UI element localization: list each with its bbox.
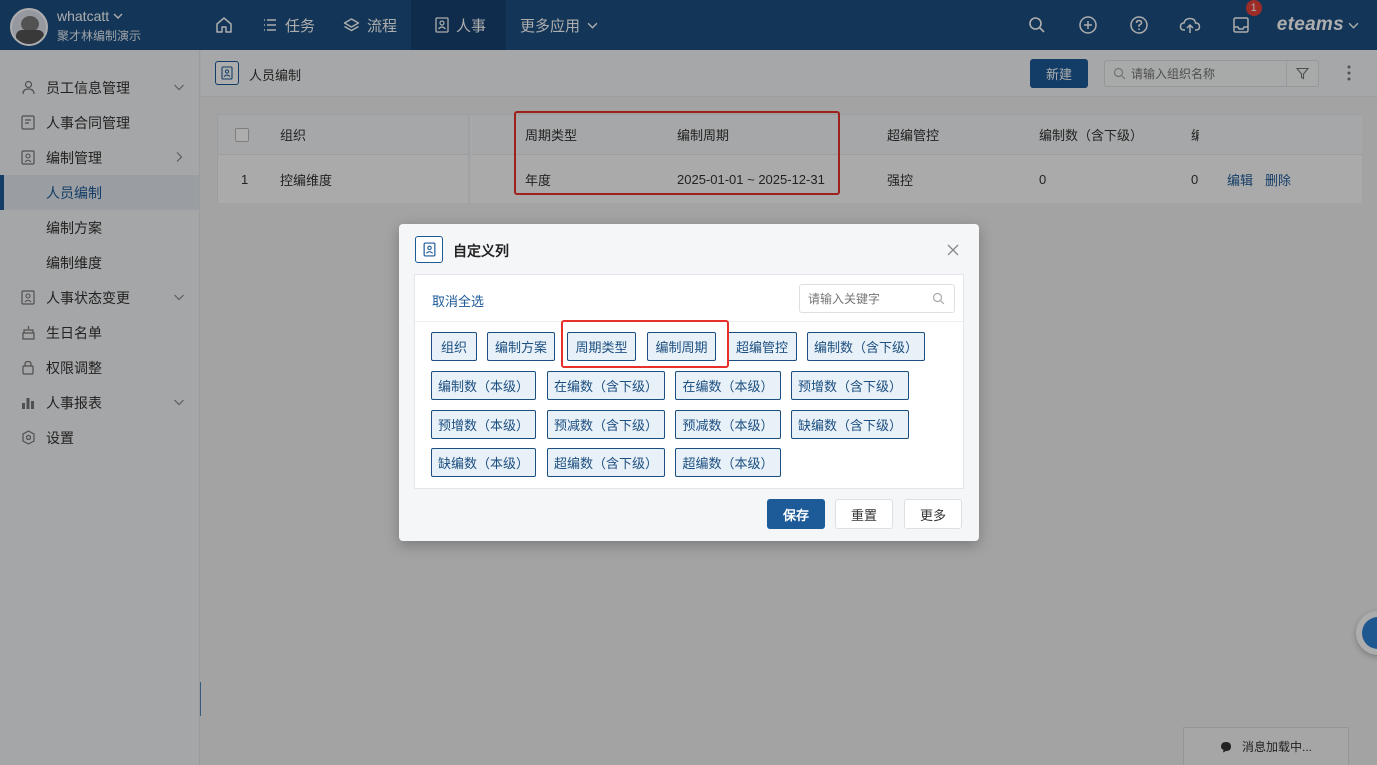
custom-columns-dialog: 自定义列 取消全选 组织 编制方案 周期类型 编制周期 超编管控 编制数（含下级…	[399, 224, 979, 541]
keyword-input[interactable]	[808, 291, 928, 307]
column-chip[interactable]: 周期类型	[567, 332, 636, 361]
document-person-icon	[415, 236, 443, 263]
column-chip[interactable]: 预增数（含下级）	[791, 371, 909, 400]
column-chip[interactable]: 编制数（本级）	[431, 371, 536, 400]
save-button[interactable]: 保存	[767, 499, 825, 529]
column-chip[interactable]: 预减数（本级）	[675, 410, 781, 439]
column-chip[interactable]: 在编数（含下级）	[547, 371, 665, 400]
column-chip[interactable]: 编制方案	[487, 332, 555, 361]
column-chip[interactable]: 组织	[431, 332, 477, 361]
column-chip[interactable]: 超编数（含下级）	[547, 448, 665, 477]
search-icon	[932, 292, 945, 305]
column-chip[interactable]: 预增数（本级）	[431, 410, 536, 439]
deselect-all-link[interactable]: 取消全选	[432, 291, 484, 310]
column-chip[interactable]: 编制数（含下级）	[807, 332, 925, 361]
reset-button[interactable]: 重置	[835, 499, 893, 529]
column-chip[interactable]: 超编管控	[727, 332, 797, 361]
dialog-title: 自定义列	[453, 243, 509, 259]
column-chip[interactable]: 超编数（本级）	[675, 448, 781, 477]
close-icon	[947, 244, 959, 256]
column-chip[interactable]: 缺编数（含下级）	[791, 410, 909, 439]
column-chip[interactable]: 在编数（本级）	[675, 371, 781, 400]
keyword-search	[799, 284, 955, 313]
more-button[interactable]: 更多	[904, 499, 962, 529]
column-selector: 取消全选 组织 编制方案 周期类型 编制周期 超编管控 编制数（含下级） 编制数…	[414, 274, 964, 489]
column-chip[interactable]: 预减数（含下级）	[547, 410, 665, 439]
close-button[interactable]	[945, 242, 961, 258]
column-chip[interactable]: 编制周期	[647, 332, 716, 361]
column-chip[interactable]: 缺编数（本级）	[431, 448, 536, 477]
